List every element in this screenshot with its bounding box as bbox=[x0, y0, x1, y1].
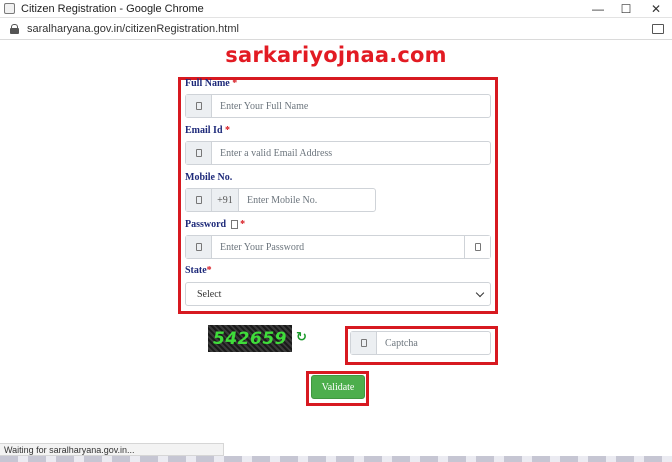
address-bar[interactable]: saralharyana.gov.in/citizenRegistration.… bbox=[0, 19, 672, 40]
required-mark: * bbox=[240, 219, 246, 230]
password-label-text: Password bbox=[185, 219, 227, 230]
mobile-input[interactable]: Enter Mobile No. bbox=[239, 195, 317, 206]
key-icon bbox=[351, 332, 377, 354]
full-name-field[interactable]: Enter Your Full Name bbox=[185, 94, 491, 118]
chevron-down-icon bbox=[475, 288, 485, 298]
eye-icon[interactable] bbox=[464, 236, 490, 258]
phone-icon bbox=[186, 189, 212, 211]
password-label: Password * bbox=[185, 219, 245, 230]
required-mark: * bbox=[206, 265, 212, 276]
lock-icon[interactable] bbox=[10, 24, 19, 34]
full-name-label: Full Name * bbox=[185, 78, 237, 89]
underlying-page-strip bbox=[0, 456, 672, 462]
email-label: Email Id * bbox=[185, 125, 230, 136]
state-label-text: State bbox=[185, 265, 207, 276]
lock-icon bbox=[186, 236, 212, 258]
full-name-input[interactable]: Enter Your Full Name bbox=[212, 101, 308, 112]
state-selected-value: Select bbox=[197, 289, 222, 300]
status-bar: Waiting for saralharyana.gov.in... bbox=[0, 443, 224, 456]
password-input[interactable]: Enter Your Password bbox=[212, 242, 464, 253]
mobile-label: Mobile No. bbox=[185, 172, 233, 183]
email-icon bbox=[186, 142, 212, 164]
required-mark: * bbox=[225, 125, 231, 136]
email-input[interactable]: Enter a valid Email Address bbox=[212, 148, 332, 159]
captcha-input[interactable]: Captcha bbox=[377, 338, 418, 349]
validate-button[interactable]: Validate bbox=[311, 375, 365, 399]
mobile-field[interactable]: +91 Enter Mobile No. bbox=[185, 188, 376, 212]
maximize-button[interactable]: ☐ bbox=[610, 0, 642, 18]
page-favicon-icon bbox=[4, 3, 15, 14]
window-title: Citizen Registration - Google Chrome bbox=[21, 2, 204, 15]
refresh-captcha-icon[interactable]: ↻ bbox=[296, 330, 307, 345]
url-text[interactable]: saralharyana.gov.in/citizenRegistration.… bbox=[27, 23, 239, 35]
window-titlebar: Citizen Registration - Google Chrome bbox=[0, 0, 672, 18]
email-label-text: Email Id bbox=[185, 125, 223, 136]
info-icon[interactable] bbox=[230, 220, 238, 230]
captcha-field[interactable]: Captcha bbox=[350, 331, 491, 355]
full-name-label-text: Full Name bbox=[185, 78, 230, 89]
captcha-image: 542659 bbox=[208, 325, 292, 352]
state-label: State* bbox=[185, 265, 212, 276]
close-button[interactable]: ✕ bbox=[640, 0, 672, 18]
user-icon bbox=[186, 95, 212, 117]
required-mark: * bbox=[232, 78, 238, 89]
watermark-text: sarkariyojnaa.com bbox=[225, 43, 447, 67]
state-select[interactable]: Select bbox=[185, 282, 491, 306]
email-field[interactable]: Enter a valid Email Address bbox=[185, 141, 491, 165]
password-field[interactable]: Enter Your Password bbox=[185, 235, 491, 259]
cast-icon[interactable] bbox=[652, 24, 664, 34]
captcha-code: 542659 bbox=[213, 328, 287, 349]
country-code: +91 bbox=[212, 189, 239, 211]
